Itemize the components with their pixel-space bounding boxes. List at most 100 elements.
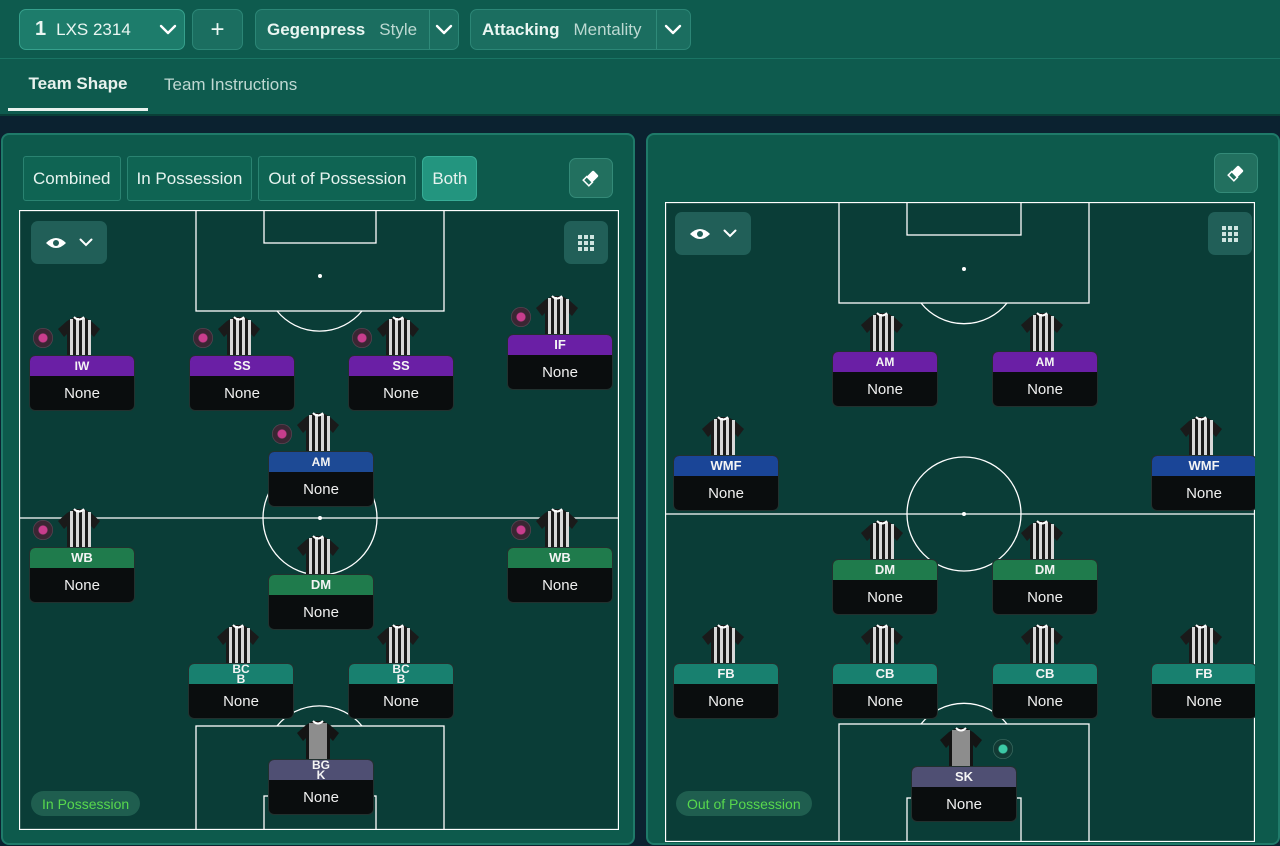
player-role: WMF: [674, 456, 778, 476]
player-role: DM: [269, 575, 373, 595]
player-duty: None: [303, 480, 339, 498]
player-role: CB: [993, 664, 1097, 684]
layout-grid-button[interactable]: [1208, 212, 1252, 255]
player-slot-dm[interactable]: DM None: [268, 534, 374, 634]
player-card: AM None: [992, 351, 1098, 407]
tactic-name: LXS 2314: [56, 19, 131, 39]
player-slot-cb-right[interactable]: CB None: [992, 623, 1098, 723]
eraser-icon: [1227, 165, 1244, 182]
shirt-icon: [940, 727, 982, 770]
chevron-down-icon[interactable]: [152, 24, 184, 36]
player-duty: None: [867, 692, 903, 710]
player-card: WMF None: [673, 455, 779, 511]
clear-button[interactable]: [569, 158, 613, 198]
player-slot-fb-left[interactable]: FB None: [673, 623, 779, 723]
segment-combined[interactable]: Combined: [23, 156, 121, 201]
player-slot-bcb-right[interactable]: BCB None: [348, 623, 454, 723]
segment-both[interactable]: Both: [422, 156, 478, 201]
layout-grid-button[interactable]: [564, 221, 608, 264]
chevron-down-icon[interactable]: [657, 24, 689, 36]
player-duty: None: [542, 363, 578, 381]
player-card: BCB None: [188, 663, 294, 719]
player-slot-iw[interactable]: IW None: [29, 315, 135, 415]
mentality-selector[interactable]: Attacking Mentality: [470, 9, 691, 50]
tab-bar: Team Shape Team Instructions: [0, 58, 1280, 114]
pitch-in-possession: IW None SS None SS None IF None AM None …: [19, 210, 619, 830]
player-card: DM None: [832, 559, 938, 615]
player-duty: None: [946, 795, 982, 813]
mentality-value: Attacking: [482, 19, 560, 39]
shirt-icon: [536, 508, 578, 551]
add-tactic-button[interactable]: +: [192, 9, 243, 50]
visibility-toggle[interactable]: [31, 221, 107, 264]
player-card: SS None: [189, 355, 295, 411]
player-slot-bcb-left[interactable]: BCB None: [188, 623, 294, 723]
shirt-icon: [1180, 624, 1222, 667]
player-card: BCB None: [348, 663, 454, 719]
player-slot-am-right[interactable]: AM None: [992, 311, 1098, 411]
player-role: SK: [912, 767, 1016, 787]
shirt-icon: [1021, 520, 1063, 563]
shirt-icon: [702, 624, 744, 667]
shirt-icon: [1180, 416, 1222, 459]
player-slot-if[interactable]: IF None: [507, 294, 613, 394]
player-card: FB None: [673, 663, 779, 719]
player-role: BGK: [312, 759, 330, 782]
player-role: AM: [1035, 355, 1055, 369]
role-familiarity-icon: [993, 739, 1013, 759]
shirt-icon: [218, 316, 260, 359]
tab-team-shape[interactable]: Team Shape: [8, 59, 148, 111]
player-slot-am[interactable]: AM None: [268, 411, 374, 511]
player-card: AM None: [832, 351, 938, 407]
tab-team-instructions[interactable]: Team Instructions: [164, 59, 297, 111]
player-role: WMF: [1152, 456, 1255, 476]
player-slot-sk[interactable]: SK None: [911, 726, 1017, 826]
player-duty: None: [708, 484, 744, 502]
tactic-selector[interactable]: 1 LXS 2314: [19, 9, 185, 50]
player-role: DM: [833, 560, 937, 580]
player-slot-bgk[interactable]: BGK None: [268, 719, 374, 819]
player-role: FB: [674, 664, 778, 684]
eraser-icon: [582, 170, 599, 187]
pitch-out-of-possession: AM None AM None WMF None WMF None DM Non…: [665, 202, 1255, 842]
style-label: Style: [379, 19, 418, 39]
tactic-number: 1: [35, 18, 47, 40]
player-card: SS None: [348, 355, 454, 411]
shirt-icon: [377, 316, 419, 359]
player-slot-dm-left[interactable]: DM None: [832, 519, 938, 619]
player-slot-cb-left[interactable]: CB None: [832, 623, 938, 723]
shirt-icon: [861, 624, 903, 667]
player-duty: None: [1186, 484, 1222, 502]
player-role: AM: [311, 455, 331, 469]
visibility-toggle[interactable]: [675, 212, 751, 255]
player-role: CB: [833, 664, 937, 684]
player-slot-fb-right[interactable]: FB None: [1151, 623, 1255, 723]
eye-icon: [690, 228, 710, 239]
segment-in-possession[interactable]: In Possession: [126, 156, 253, 201]
role-familiarity-icon: [33, 520, 53, 540]
style-selector[interactable]: Gegenpress Style: [255, 9, 459, 50]
player-card: IW None: [29, 355, 135, 411]
player-slot-am-left[interactable]: AM None: [832, 311, 938, 411]
player-duty: None: [224, 384, 260, 402]
player-duty: None: [867, 380, 903, 398]
player-slot-wmf-right[interactable]: WMF None: [1151, 415, 1255, 515]
shirt-icon: [58, 316, 100, 359]
role-familiarity-icon: [272, 424, 292, 444]
segment-out-of-possession[interactable]: Out of Possession: [258, 156, 417, 201]
player-slot-dm-right[interactable]: DM None: [992, 519, 1098, 619]
player-slot-wb-left[interactable]: WB None: [29, 507, 135, 607]
shirt-icon: [217, 624, 259, 667]
player-slot-wmf-left[interactable]: WMF None: [673, 415, 779, 515]
role-familiarity-icon: [193, 328, 213, 348]
player-duty: None: [383, 692, 419, 710]
shirt-icon: [536, 295, 578, 338]
player-slot-ss-right[interactable]: SS None: [348, 315, 454, 415]
chevron-down-icon[interactable]: [430, 24, 458, 36]
player-duty: None: [223, 692, 259, 710]
clear-button[interactable]: [1214, 153, 1258, 193]
view-segmented-control: Combined In Possession Out of Possession…: [23, 156, 478, 201]
shirt-icon: [297, 412, 339, 455]
player-slot-ss-left[interactable]: SS None: [189, 315, 295, 415]
player-slot-wb-right[interactable]: WB None: [507, 507, 613, 607]
